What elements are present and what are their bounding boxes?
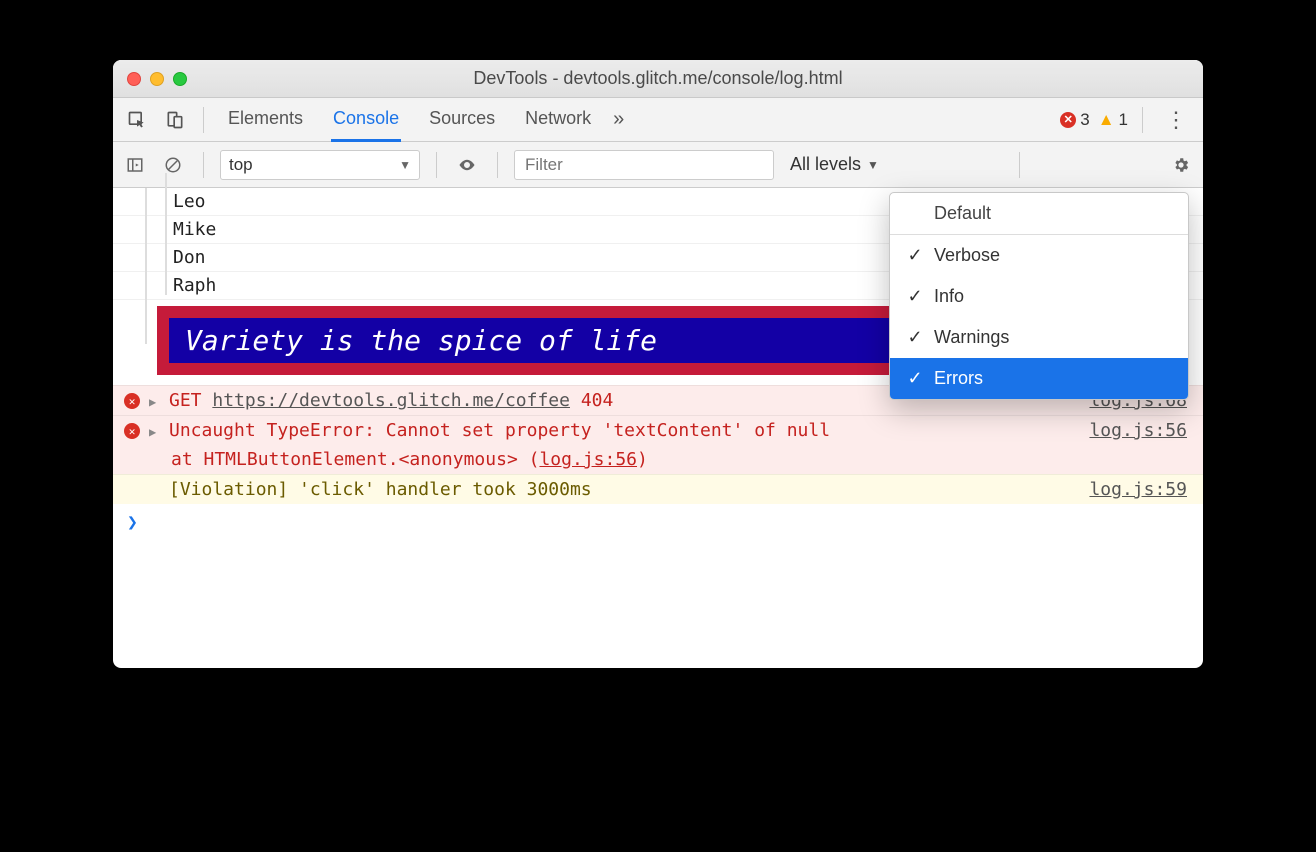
check-icon: ✓: [906, 245, 924, 266]
violation-message: [Violation] 'click' handler took 3000ms: [169, 479, 1081, 500]
tree-item-label: Don: [173, 247, 206, 268]
console-violation-row[interactable]: [Violation] 'click' handler took 3000ms …: [113, 474, 1203, 504]
separator: [497, 152, 498, 178]
tab-elements[interactable]: Elements: [226, 98, 305, 141]
levels-option-info[interactable]: ✓ Info: [890, 276, 1188, 317]
error-icon: ✕: [1060, 112, 1076, 128]
option-label: Verbose: [934, 245, 1000, 266]
main-toolbar: Elements Console Sources Network » ✕ 3 ▲…: [113, 98, 1203, 142]
console-settings-icon[interactable]: [1167, 151, 1195, 179]
levels-option-errors[interactable]: ✓ Errors: [890, 358, 1188, 399]
warning-count: 1: [1119, 110, 1128, 130]
check-icon: ✓: [906, 286, 924, 307]
tree-item-label: Leo: [173, 191, 206, 212]
window-title: DevTools - devtools.glitch.me/console/lo…: [113, 68, 1203, 89]
option-label: Default: [934, 203, 991, 224]
live-expression-icon[interactable]: [453, 151, 481, 179]
tab-console[interactable]: Console: [331, 98, 401, 142]
separator: [436, 152, 437, 178]
tree-guide: [145, 188, 147, 344]
http-method: GET: [169, 390, 202, 411]
tab-sources[interactable]: Sources: [427, 98, 497, 141]
chevron-down-icon: ▼: [867, 158, 879, 172]
error-count-badge[interactable]: ✕ 3: [1060, 110, 1089, 130]
levels-label: All levels: [790, 154, 861, 175]
more-tabs-button[interactable]: »: [613, 108, 624, 131]
warning-icon: ▲: [1098, 110, 1115, 130]
check-icon: ✓: [906, 327, 924, 348]
error-icon: ✕: [124, 393, 140, 409]
separator: [203, 152, 204, 178]
expand-toggle-icon[interactable]: ▶: [149, 390, 161, 409]
tree-item-label: Raph: [173, 275, 216, 296]
filter-input[interactable]: [514, 150, 774, 180]
levels-option-verbose[interactable]: ✓ Verbose: [890, 235, 1188, 276]
levels-option-warnings[interactable]: ✓ Warnings: [890, 317, 1188, 358]
context-selector[interactable]: top ▼: [220, 150, 420, 180]
separator: [1142, 107, 1143, 133]
option-label: Errors: [934, 368, 983, 389]
error-message: Uncaught TypeError: Cannot set property …: [169, 420, 1081, 441]
source-link[interactable]: log.js:59: [1089, 479, 1193, 500]
stack-frame-link[interactable]: log.js:56: [539, 449, 637, 470]
option-label: Warnings: [934, 327, 1009, 348]
stack-frame-prefix: at HTMLButtonElement.<anonymous> (: [171, 449, 539, 470]
tab-network[interactable]: Network: [523, 98, 593, 141]
panel-tabs: Elements Console Sources Network: [226, 98, 593, 141]
chevron-down-icon: ▼: [399, 158, 411, 172]
tree-item-label: Mike: [173, 219, 216, 240]
separator: [1019, 152, 1020, 178]
warning-count-badge[interactable]: ▲ 1: [1098, 110, 1128, 130]
console-toolbar: top ▼ All levels ▼: [113, 142, 1203, 188]
toolbar-right: ✕ 3 ▲ 1 ⋮: [1060, 107, 1195, 133]
devtools-window: DevTools - devtools.glitch.me/console/lo…: [113, 60, 1203, 668]
console-output: Leo Mike Don Raph Variety is the spice o…: [113, 188, 1203, 668]
stack-frame-suffix: ): [637, 449, 648, 470]
log-levels-menu: Default ✓ Verbose ✓ Info ✓ Warnings ✓ Er…: [889, 192, 1189, 400]
console-prompt[interactable]: ❯: [113, 504, 1203, 541]
expand-toggle-icon[interactable]: ▶: [149, 420, 161, 439]
error-icon: ✕: [124, 423, 140, 439]
sidebar-toggle-icon[interactable]: [121, 151, 149, 179]
console-error-row[interactable]: ✕ ▶ Uncaught TypeError: Cannot set prope…: [113, 415, 1203, 474]
source-link[interactable]: log.js:56: [1089, 420, 1193, 441]
clear-console-icon[interactable]: [159, 151, 187, 179]
request-url[interactable]: https://devtools.glitch.me/coffee: [212, 390, 570, 411]
option-label: Info: [934, 286, 964, 307]
settings-menu-button[interactable]: ⋮: [1157, 107, 1195, 133]
levels-option-default[interactable]: Default: [890, 193, 1188, 234]
error-count: 3: [1080, 110, 1089, 130]
inspect-element-icon[interactable]: [121, 104, 153, 136]
check-icon: ✓: [906, 368, 924, 389]
context-value: top: [229, 155, 253, 175]
separator: [203, 107, 204, 133]
device-toggle-icon[interactable]: [159, 104, 191, 136]
http-status: 404: [581, 390, 614, 411]
log-levels-dropdown[interactable]: All levels ▼: [790, 154, 879, 175]
titlebar: DevTools - devtools.glitch.me/console/lo…: [113, 60, 1203, 98]
